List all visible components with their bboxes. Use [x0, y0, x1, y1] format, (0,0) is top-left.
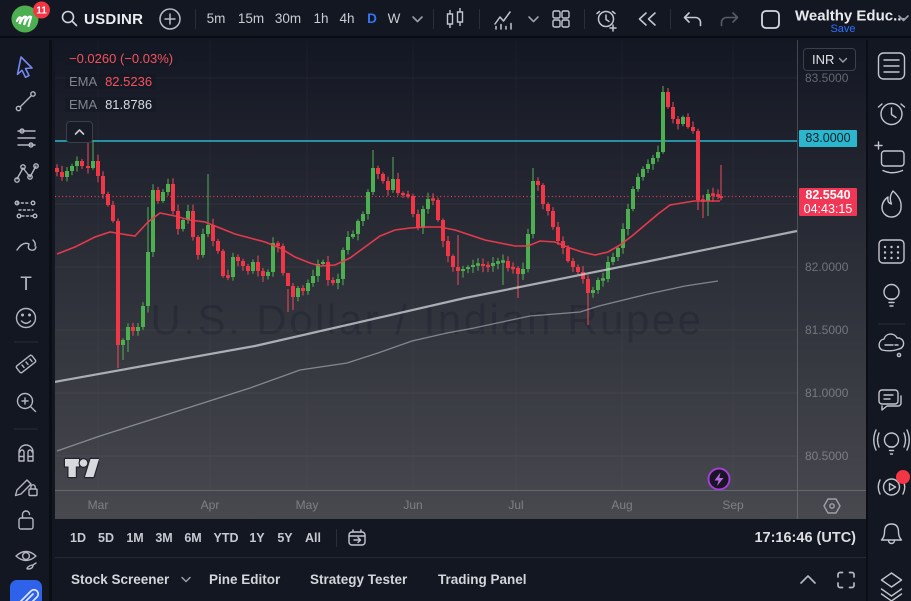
svg-text:Wealthy Educ...: Wealthy Educ... [795, 8, 906, 25]
svg-text:Save: Save [830, 23, 855, 35]
svg-text:U.S. Dollar / Indian Rupee: U.S. Dollar / Indian Rupee [151, 296, 704, 343]
svg-text:11: 11 [36, 6, 47, 17]
svg-text:USDINR: USDINR [84, 11, 143, 28]
svg-text:T: T [20, 274, 32, 295]
